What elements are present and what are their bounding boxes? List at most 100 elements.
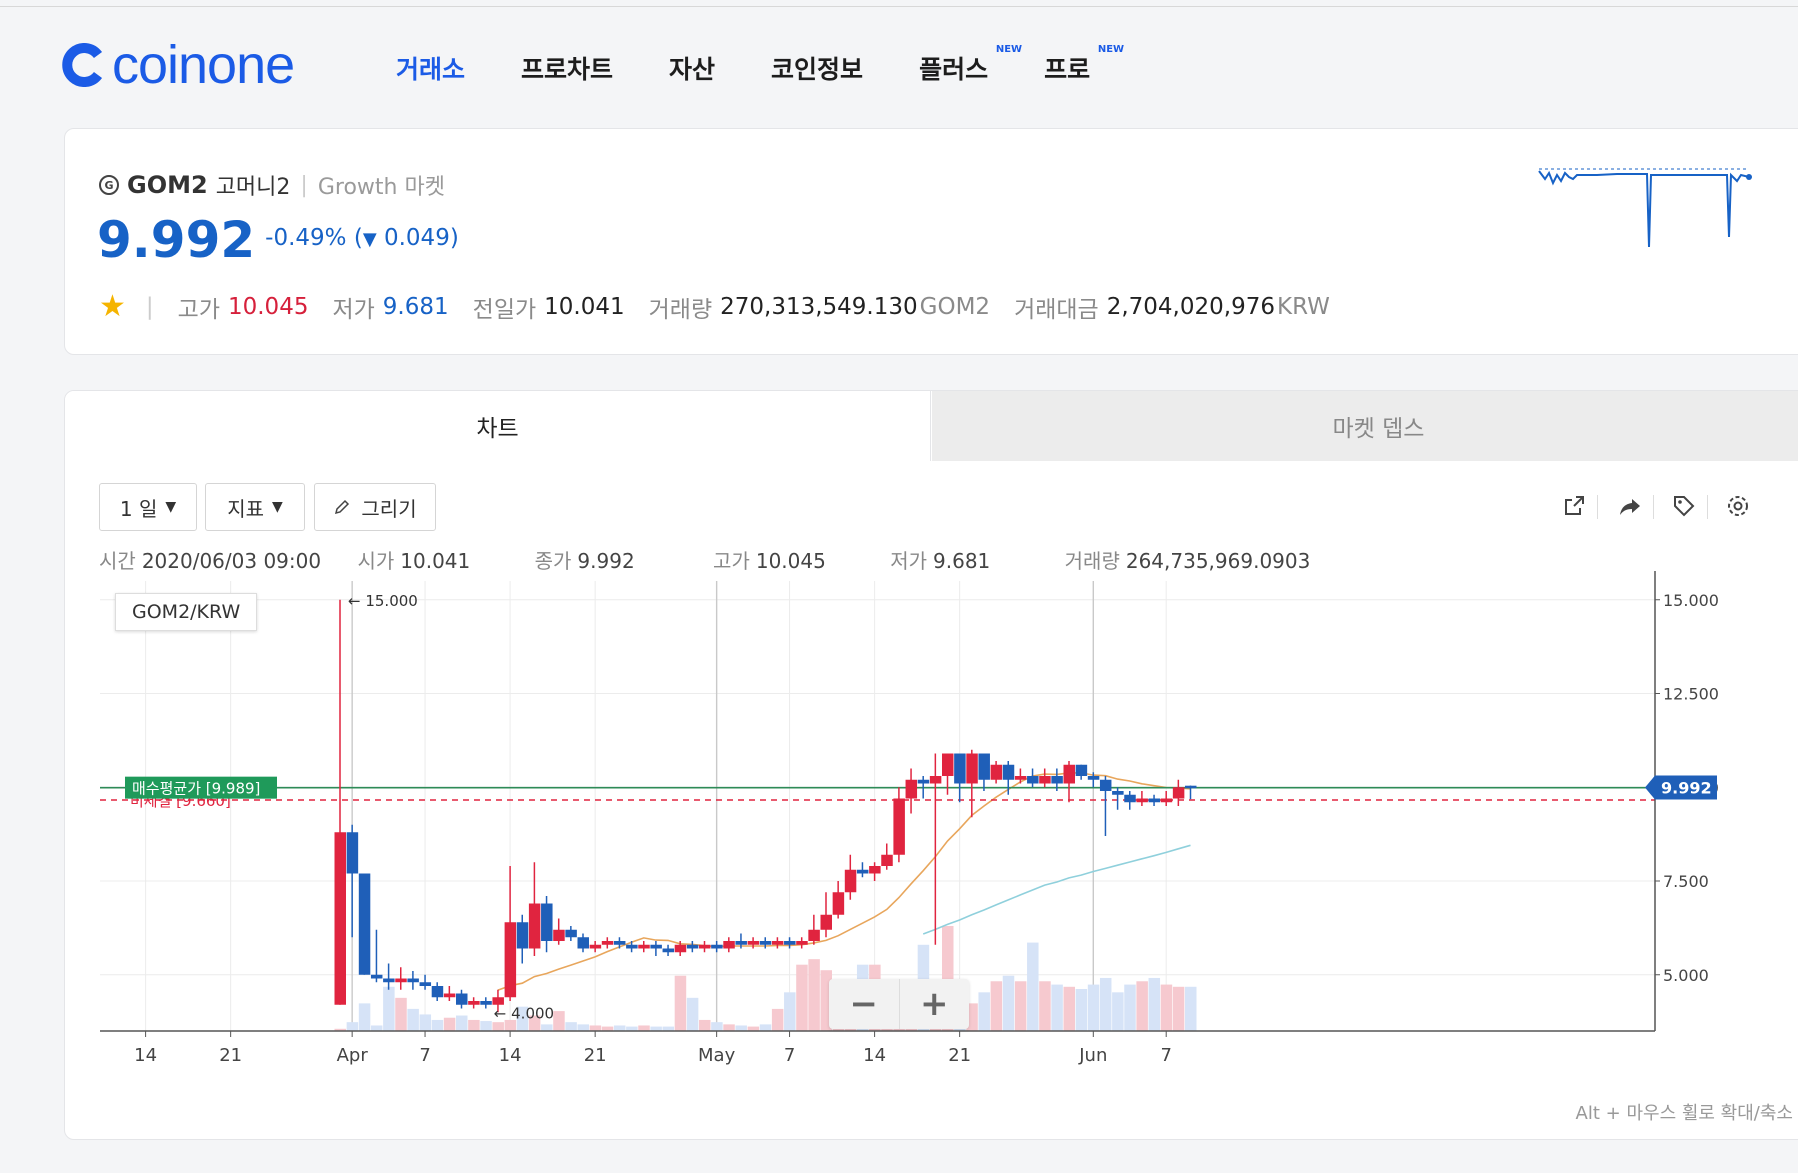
- volume-bar: [784, 992, 796, 1031]
- candle-body: [395, 978, 407, 983]
- y-tick-label: 15.000: [1663, 591, 1719, 610]
- volume-bar: [1014, 981, 1027, 1031]
- moving-average-long-line: [922, 844, 1191, 935]
- x-tick-label: May: [698, 1045, 736, 1066]
- zoom-out-button[interactable]: −: [829, 979, 899, 1029]
- nav-item-assets[interactable]: 자산: [669, 50, 715, 86]
- candle-body: [674, 944, 687, 953]
- market-label: Growth 마켓: [317, 175, 445, 200]
- candle-body: [468, 1001, 480, 1005]
- candle-body: [978, 753, 990, 780]
- pair-label-box: GOM2/KRW: [115, 593, 258, 631]
- tab-chart[interactable]: 차트: [65, 391, 931, 461]
- zoom-in-button[interactable]: +: [898, 979, 970, 1029]
- nav-item-prochart[interactable]: 프로차트: [521, 50, 613, 86]
- trade-value: 2,704,020,976: [1106, 293, 1275, 320]
- candle-body: [711, 944, 723, 949]
- candle-body: [784, 941, 796, 945]
- coin-symbol: GOM2: [127, 171, 208, 199]
- candle-body: [869, 866, 881, 874]
- candle-body: [954, 753, 966, 784]
- coinone-logo[interactable]: coinone: [62, 35, 295, 95]
- zoom-hint: Alt + 마우스 휠로 확대/축소: [1575, 1103, 1793, 1124]
- volume-bar: [553, 1011, 565, 1031]
- candle-body: [407, 978, 419, 983]
- settings-gear-icon[interactable]: [1723, 491, 1753, 521]
- tab-market-depth[interactable]: 마켓 뎁스: [932, 391, 1798, 461]
- candle-body: [820, 914, 832, 930]
- candle-body: [358, 873, 371, 975]
- brand-name: coinone: [112, 35, 295, 95]
- price-change: -0.49% (▼ 0.049): [265, 225, 459, 251]
- volume-bar: [1087, 984, 1100, 1031]
- share-icon[interactable]: [1615, 491, 1645, 521]
- candle-body: [541, 903, 553, 941]
- high-value: 10.045: [227, 293, 309, 320]
- high-value: 10.045: [755, 549, 826, 573]
- nav-item-exchange[interactable]: 거래소: [396, 50, 465, 86]
- volume-value: 270,313,549.130: [720, 293, 918, 320]
- candle-body: [990, 764, 1003, 780]
- y-tick-label: 12.500: [1663, 685, 1719, 704]
- candle-body: [1063, 764, 1075, 784]
- indicator-dropdown[interactable]: 지표 ▼: [205, 483, 305, 531]
- candle-body: [1148, 798, 1161, 803]
- volume-bar: [711, 1022, 723, 1031]
- volume-bar: [1172, 986, 1185, 1031]
- close-label: 종가: [534, 549, 572, 573]
- candle-body: [699, 944, 711, 949]
- popout-icon[interactable]: [1559, 491, 1589, 521]
- volume-bar: [358, 1003, 371, 1031]
- avg-buy-price-label: 매수평균가 [9.989]: [132, 780, 260, 798]
- open-label: 시가: [357, 549, 395, 573]
- candle-body: [346, 832, 359, 874]
- nav-item-coininfo[interactable]: 코인정보: [771, 50, 863, 86]
- candle-body: [370, 974, 383, 979]
- prev-close-label: 전일가: [472, 296, 537, 323]
- candle-body: [1099, 779, 1112, 791]
- new-badge: NEW: [1097, 44, 1125, 55]
- candle-body: [1124, 794, 1136, 803]
- divider: |: [300, 172, 308, 198]
- volume-bar: [808, 959, 820, 1031]
- toolbar-divider: [1707, 495, 1708, 519]
- candlestick-chart[interactable]: 15.00012.50010.0007.5005.0001421Apr71421…: [65, 571, 1798, 1140]
- tag-icon[interactable]: [1669, 491, 1699, 521]
- low-value: 9.681: [382, 293, 449, 320]
- open-value: 10.041: [400, 549, 471, 573]
- candle-body: [1039, 776, 1051, 784]
- volume-value: 264,735,969.0903: [1125, 549, 1311, 573]
- candle-body: [456, 993, 468, 1005]
- candle-body: [516, 922, 529, 949]
- volume-bar: [1099, 977, 1112, 1031]
- candle-body: [1087, 776, 1100, 780]
- x-tick-label: 14: [499, 1045, 522, 1066]
- candle-body: [844, 869, 857, 893]
- toolbar-divider: [1653, 495, 1654, 519]
- candle-body: [480, 1001, 492, 1005]
- volume-bar: [796, 964, 808, 1031]
- nav-item-plus[interactable]: 플러스 NEW: [919, 44, 1022, 86]
- favorite-star-icon[interactable]: ★: [99, 289, 126, 324]
- candle-body: [1136, 798, 1148, 803]
- y-tick-label: 5.000: [1663, 966, 1709, 985]
- volume-bar: [771, 1008, 784, 1031]
- chart-card: 차트 마켓 뎁스 1 일 ▼ 지표 ▼ 그리기 시간 2020/06/03 09:…: [64, 390, 1798, 1140]
- volume-bar: [565, 1022, 577, 1031]
- volume-bar: [443, 1017, 456, 1031]
- triangle-down-icon: ▼: [362, 229, 377, 250]
- draw-button[interactable]: 그리기: [314, 483, 436, 531]
- volume-bar: [431, 1019, 444, 1031]
- low-label: 저가: [332, 296, 375, 323]
- volume-bar: [383, 986, 395, 1031]
- nav-item-pro[interactable]: 프로 NEW: [1044, 44, 1124, 86]
- volume-bar: [468, 1019, 480, 1031]
- coin-icon: G: [99, 175, 119, 195]
- current-price-tag-label: 9.992: [1661, 779, 1712, 798]
- high-label: 고가: [177, 296, 220, 323]
- x-tick-label: 21: [948, 1045, 971, 1066]
- volume-bar: [395, 997, 407, 1031]
- candle-body: [553, 929, 565, 941]
- candle-body: [1112, 791, 1124, 795]
- interval-dropdown[interactable]: 1 일 ▼: [99, 483, 197, 531]
